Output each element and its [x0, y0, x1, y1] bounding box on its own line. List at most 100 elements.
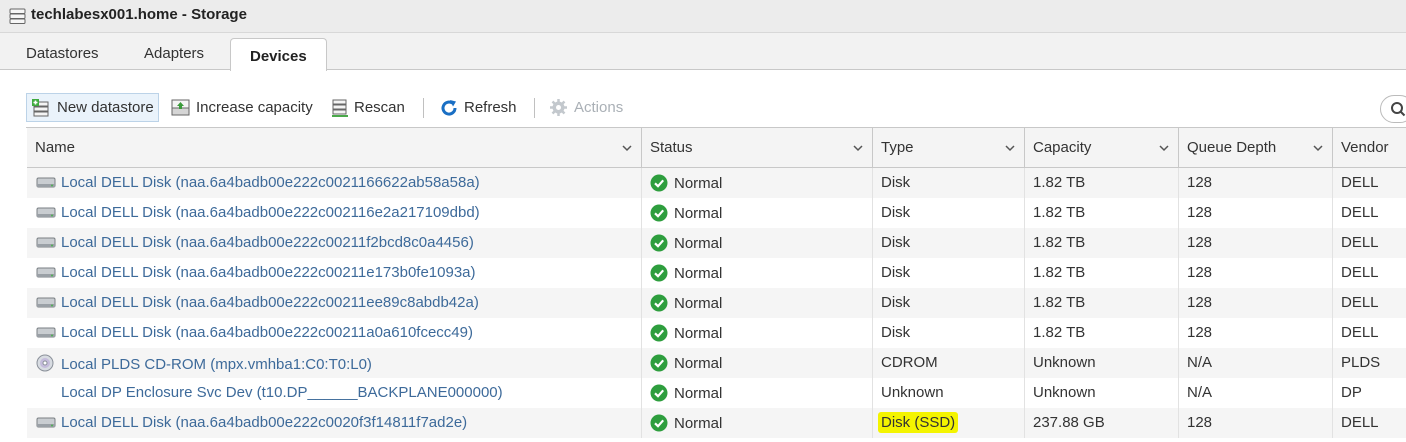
disk-icon	[36, 415, 56, 434]
status-indicator: Normal	[650, 294, 722, 312]
chevron-down-icon[interactable]	[1158, 141, 1170, 158]
rescan-icon	[332, 99, 348, 117]
chevron-down-icon[interactable]	[621, 141, 633, 158]
device-name-link[interactable]: Local DP Enclosure Svc Dev (t10.DP______…	[61, 384, 503, 401]
cell-type: Disk	[873, 168, 1025, 198]
capacity-value: 1.82 TB	[1033, 264, 1086, 281]
table-row[interactable]: Local DELL Disk (naa.6a4badb00e222c00211…	[27, 198, 1406, 228]
devices-table: Name Status Type Capacity Queue Depth Ve…	[26, 127, 1406, 438]
chevron-down-icon[interactable]	[1312, 141, 1324, 158]
table-row[interactable]: Local DELL Disk (naa.6a4badb00e222c00211…	[27, 288, 1406, 318]
chevron-down-icon[interactable]	[852, 141, 864, 158]
device-name-link[interactable]: Local DELL Disk (naa.6a4badb00e222c0020f…	[61, 414, 467, 431]
table-row[interactable]: Local DELL Disk (naa.6a4badb00e222c00211…	[27, 168, 1406, 198]
device-name-link[interactable]: Local PLDS CD-ROM (mpx.vmhba1:C0:T0:L0)	[61, 356, 372, 373]
cell-type: Disk	[873, 198, 1025, 228]
cell-name[interactable]: Local DELL Disk (naa.6a4badb00e222c00211…	[27, 318, 642, 348]
status-text: Normal	[674, 384, 723, 402]
cell-type: Disk	[873, 288, 1025, 318]
vendor-value: PLDS	[1341, 354, 1381, 371]
queue-depth-value: 128	[1187, 174, 1213, 191]
window-title: techlabesx001.home - Storage	[31, 6, 247, 23]
cell-status: Normal	[642, 408, 873, 438]
actions-button[interactable]: Actions	[549, 93, 623, 122]
check-circle-icon	[650, 294, 668, 312]
vendor-value: DELL	[1341, 204, 1379, 221]
tab-datastores[interactable]: Datastores	[26, 45, 99, 62]
vendor-value: DELL	[1341, 234, 1379, 251]
cell-vendor: DELL	[1333, 318, 1406, 348]
table-row[interactable]: Local DELL Disk (naa.6a4badb00e222c00211…	[27, 318, 1406, 348]
cell-capacity: 1.82 TB	[1025, 258, 1179, 288]
window-title-bar: techlabesx001.home - Storage	[0, 0, 1406, 33]
actions-label: Actions	[574, 99, 624, 116]
cell-status: Normal	[642, 228, 873, 258]
device-name-link[interactable]: Local DELL Disk (naa.6a4badb00e222c00211…	[61, 234, 474, 251]
column-header-name[interactable]: Name	[27, 128, 642, 168]
cell-capacity: Unknown	[1025, 378, 1179, 408]
table-row[interactable]: Local DELL Disk (naa.6a4badb00e222c0020f…	[27, 408, 1406, 438]
refresh-button[interactable]: Refresh	[440, 93, 517, 122]
tab-adapters[interactable]: Adapters	[144, 45, 204, 62]
type-value: Disk	[881, 324, 911, 341]
chevron-down-icon[interactable]	[1004, 141, 1016, 158]
refresh-label: Refresh	[464, 99, 517, 116]
cell-queue-depth: 128	[1179, 168, 1333, 198]
status-indicator: Normal	[650, 324, 722, 342]
cell-capacity: 1.82 TB	[1025, 168, 1179, 198]
cell-name[interactable]: Local DELL Disk (naa.6a4badb00e222c00211…	[27, 198, 642, 228]
table-row[interactable]: Local DP Enclosure Svc Dev (t10.DP______…	[27, 378, 1406, 408]
device-name-link[interactable]: Local DELL Disk (naa.6a4badb00e222c00211…	[61, 294, 479, 311]
cell-name[interactable]: Local DELL Disk (naa.6a4badb00e222c0020f…	[27, 408, 642, 438]
storage-icon	[9, 8, 26, 29]
status-indicator: Normal	[650, 204, 722, 222]
column-header-label: Type	[881, 139, 914, 156]
status-text: Normal	[674, 174, 723, 192]
cell-name[interactable]: Local PLDS CD-ROM (mpx.vmhba1:C0:T0:L0)	[27, 348, 642, 378]
device-name-link[interactable]: Local DELL Disk (naa.6a4badb00e222c00211…	[61, 204, 480, 221]
capacity-value: Unknown	[1033, 384, 1096, 401]
cell-name[interactable]: Local DELL Disk (naa.6a4badb00e222c00211…	[27, 168, 642, 198]
check-circle-icon	[650, 324, 668, 342]
column-header-status[interactable]: Status	[642, 128, 873, 168]
status-text: Normal	[674, 324, 723, 342]
column-header-vendor[interactable]: Vendor	[1333, 128, 1406, 168]
cdrom-icon	[36, 354, 56, 376]
column-header-queue-depth[interactable]: Queue Depth	[1179, 128, 1333, 168]
new-datastore-label: New datastore	[57, 99, 154, 116]
cell-name[interactable]: Local DELL Disk (naa.6a4badb00e222c00211…	[27, 228, 642, 258]
new-datastore-icon	[31, 98, 51, 117]
tab-devices[interactable]: Devices	[230, 38, 327, 71]
cell-type: Disk	[873, 228, 1025, 258]
type-value: Disk	[881, 174, 911, 191]
cell-name[interactable]: Local DELL Disk (naa.6a4badb00e222c00211…	[27, 258, 642, 288]
table-row[interactable]: Local DELL Disk (naa.6a4badb00e222c00211…	[27, 258, 1406, 288]
status-text: Normal	[674, 264, 723, 282]
table-row[interactable]: Local DELL Disk (naa.6a4badb00e222c00211…	[27, 228, 1406, 258]
cell-status: Normal	[642, 198, 873, 228]
cell-queue-depth: N/A	[1179, 348, 1333, 378]
status-text: Normal	[674, 204, 723, 222]
rescan-button[interactable]: Rescan	[332, 93, 405, 122]
capacity-value: Unknown	[1033, 354, 1096, 371]
cell-name[interactable]: Local DELL Disk (naa.6a4badb00e222c00211…	[27, 288, 642, 318]
device-name-link[interactable]: Local DELL Disk (naa.6a4badb00e222c00211…	[61, 324, 473, 341]
cell-queue-depth: 128	[1179, 408, 1333, 438]
column-header-label: Queue Depth	[1187, 139, 1277, 156]
cell-capacity: 1.82 TB	[1025, 198, 1179, 228]
column-header-capacity[interactable]: Capacity	[1025, 128, 1179, 168]
capacity-value: 1.82 TB	[1033, 234, 1086, 251]
new-datastore-button[interactable]: New datastore	[26, 93, 159, 122]
status-text: Normal	[674, 294, 723, 312]
column-header-type[interactable]: Type	[873, 128, 1025, 168]
cell-name[interactable]: Local DP Enclosure Svc Dev (t10.DP______…	[27, 378, 642, 408]
cell-type: Disk	[873, 318, 1025, 348]
increase-capacity-button[interactable]: Increase capacity	[171, 93, 313, 122]
device-name-link[interactable]: Local DELL Disk (naa.6a4badb00e222c00211…	[61, 264, 476, 281]
table-row[interactable]: Local PLDS CD-ROM (mpx.vmhba1:C0:T0:L0) N…	[27, 348, 1406, 378]
device-name-link[interactable]: Local DELL Disk (naa.6a4badb00e222c00211…	[61, 174, 480, 191]
disk-icon	[36, 205, 56, 224]
vendor-value: DP	[1341, 384, 1362, 401]
search-button[interactable]	[1380, 95, 1406, 123]
type-value: Disk	[881, 204, 911, 221]
